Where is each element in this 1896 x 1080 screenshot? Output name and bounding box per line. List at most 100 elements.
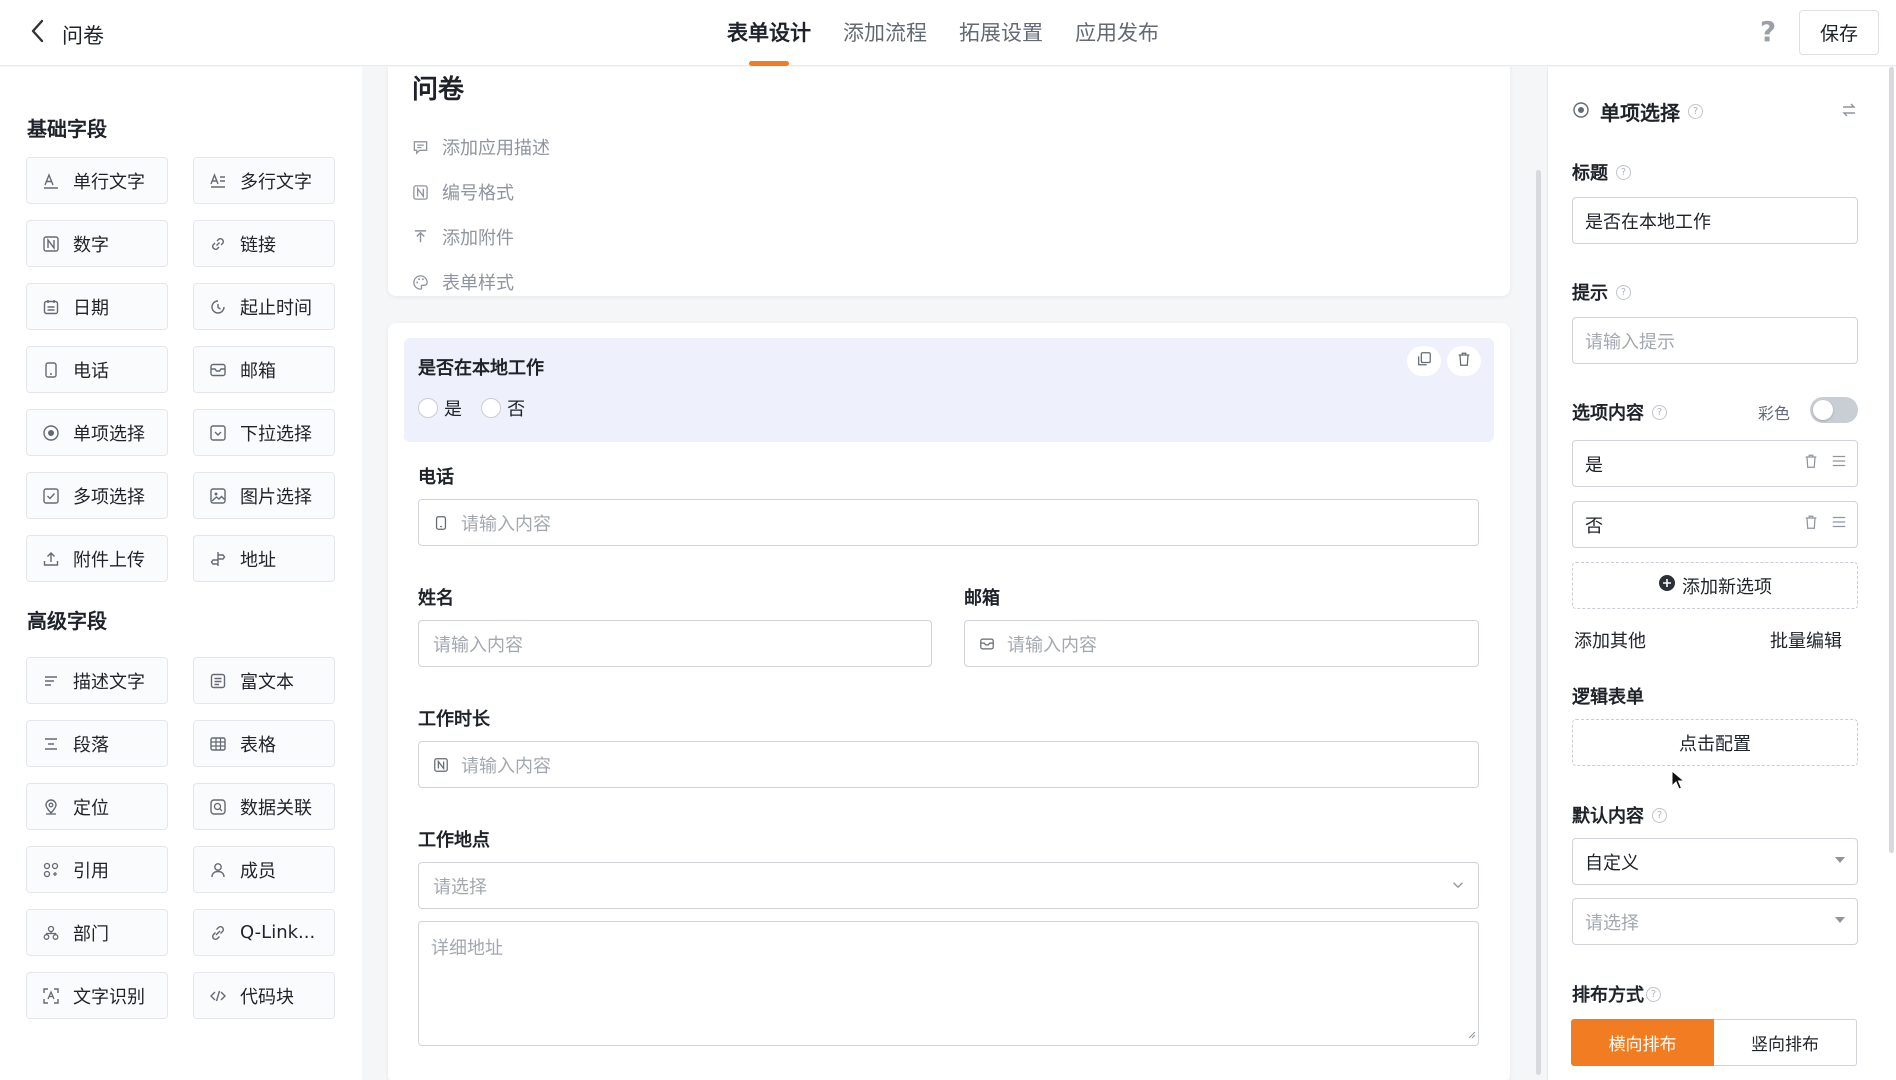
field-location[interactable]: 定位 bbox=[26, 783, 168, 830]
option-row[interactable]: 是 bbox=[1572, 440, 1858, 487]
tab-publish[interactable]: 应用发布 bbox=[1075, 0, 1159, 66]
radio-circle bbox=[481, 398, 502, 418]
data-link-icon bbox=[208, 797, 228, 817]
configure-logic-button[interactable]: 点击配置 bbox=[1572, 719, 1858, 766]
email-input[interactable]: 请输入内容 bbox=[964, 620, 1479, 667]
chevron-down-icon bbox=[1450, 877, 1466, 897]
option-row[interactable]: 否 bbox=[1572, 501, 1858, 548]
trash-icon[interactable] bbox=[1803, 453, 1819, 474]
detail-address-textarea[interactable]: 详细地址 bbox=[418, 921, 1479, 1046]
color-toggle[interactable] bbox=[1810, 397, 1858, 423]
field-description-text[interactable]: 描述文字 bbox=[26, 657, 168, 704]
back-button[interactable] bbox=[22, 18, 52, 48]
properties-scrollbar[interactable] bbox=[1889, 67, 1894, 853]
tab-extend-settings[interactable]: 拓展设置 bbox=[959, 0, 1043, 66]
field-number[interactable]: 数字 bbox=[26, 220, 168, 267]
default-mode-select[interactable]: 自定义 bbox=[1572, 838, 1858, 885]
work-location-select[interactable]: 请选择 bbox=[418, 862, 1479, 909]
help-circle-icon[interactable]: ? bbox=[1646, 986, 1661, 1002]
number-icon bbox=[41, 234, 61, 254]
field-dropdown[interactable]: 下拉选择 bbox=[193, 409, 335, 456]
hint-input[interactable]: 请输入提示 bbox=[1572, 317, 1858, 364]
code-icon bbox=[208, 986, 228, 1006]
field-member[interactable]: 成员 bbox=[193, 846, 335, 893]
properties-panel: 单项选择 ? 标题 ? 是否在本地工作 提示 ? 请输入提示 选项内容 ? 彩色… bbox=[1547, 67, 1896, 1080]
field-phone[interactable]: 电话 bbox=[26, 346, 168, 393]
member-icon bbox=[208, 860, 228, 880]
field-data-link[interactable]: 数据关联 bbox=[193, 783, 335, 830]
radio-circle bbox=[418, 398, 438, 418]
chevron-left-icon bbox=[30, 17, 44, 50]
switch-type-icon[interactable] bbox=[1838, 99, 1860, 121]
field-address[interactable]: 地址 bbox=[193, 535, 335, 582]
field-time-range[interactable]: 起止时间 bbox=[193, 283, 335, 330]
title-prop-label: 标题 ? bbox=[1572, 159, 1631, 185]
field-attachment-upload[interactable]: 附件上传 bbox=[26, 535, 168, 582]
add-other-link[interactable]: 添加其他 bbox=[1574, 627, 1646, 653]
bulk-edit-link[interactable]: 批量编辑 bbox=[1770, 627, 1842, 653]
number-format-icon bbox=[412, 183, 430, 201]
radio-option-yes[interactable]: 是 bbox=[418, 395, 462, 421]
field-date[interactable]: 日期 bbox=[26, 283, 168, 330]
logic-prop-label: 逻辑表单 bbox=[1572, 687, 1644, 708]
phone-input[interactable]: 请输入内容 bbox=[418, 499, 1479, 546]
help-circle-icon[interactable]: ? bbox=[1688, 104, 1703, 119]
add-option-button[interactable]: 添加新选项 bbox=[1572, 562, 1858, 609]
layout-horizontal-button[interactable]: 横向排布 bbox=[1571, 1019, 1714, 1066]
drag-handle-icon[interactable] bbox=[1831, 514, 1847, 535]
work-duration-label: 工作时长 bbox=[418, 709, 490, 730]
form-style-link[interactable]: 表单样式 bbox=[412, 269, 514, 295]
qlink-icon bbox=[208, 923, 228, 943]
reference-icon bbox=[41, 860, 61, 880]
field-email[interactable]: 邮箱 bbox=[193, 346, 335, 393]
work-duration-input[interactable]: 请输入内容 bbox=[418, 741, 1479, 788]
tab-form-design[interactable]: 表单设计 bbox=[727, 0, 811, 66]
mail-icon bbox=[208, 360, 228, 380]
link-icon bbox=[208, 234, 228, 254]
default-prop-label: 默认内容 ? bbox=[1572, 802, 1667, 828]
selected-question-block[interactable]: 是否在本地工作 是 否 bbox=[404, 338, 1494, 442]
title-input[interactable]: 是否在本地工作 bbox=[1572, 197, 1858, 244]
field-reference[interactable]: 引用 bbox=[26, 846, 168, 893]
delete-question-button[interactable] bbox=[1447, 346, 1481, 376]
default-value-select[interactable]: 请选择 bbox=[1572, 898, 1858, 945]
field-table[interactable]: 表格 bbox=[193, 720, 335, 767]
help-circle-icon[interactable]: ? bbox=[1616, 284, 1631, 300]
field-department[interactable]: 部门 bbox=[26, 909, 168, 956]
field-rich-text[interactable]: 富文本 bbox=[193, 657, 335, 704]
number-format-link[interactable]: 编号格式 bbox=[412, 179, 514, 205]
mouse-cursor-icon bbox=[1671, 769, 1686, 790]
help-circle-icon[interactable]: ? bbox=[1652, 404, 1667, 420]
trash-icon[interactable] bbox=[1803, 514, 1819, 535]
help-circle-icon[interactable]: ? bbox=[1652, 807, 1667, 823]
email-field-label: 邮箱 bbox=[964, 588, 1000, 609]
field-ocr[interactable]: 文字识别 bbox=[26, 972, 168, 1019]
add-description-link[interactable]: 添加应用描述 bbox=[412, 134, 550, 160]
copy-question-button[interactable] bbox=[1407, 346, 1441, 376]
field-code-block[interactable]: 代码块 bbox=[193, 972, 335, 1019]
number-icon bbox=[433, 756, 451, 774]
add-attachment-link[interactable]: 添加附件 bbox=[412, 224, 514, 250]
top-bar: 问卷 表单设计 添加流程 拓展设置 应用发布 ? 保存 bbox=[0, 0, 1896, 66]
field-single-line-text[interactable]: 单行文字 bbox=[26, 157, 168, 204]
help-icon[interactable]: ? bbox=[1754, 16, 1782, 48]
resize-handle-icon[interactable] bbox=[1466, 1024, 1476, 1043]
field-single-choice[interactable]: 单项选择 bbox=[26, 409, 168, 456]
form-name[interactable]: 问卷 bbox=[412, 69, 464, 106]
save-button[interactable]: 保存 bbox=[1799, 10, 1879, 55]
tab-add-flow[interactable]: 添加流程 bbox=[843, 0, 927, 66]
field-paragraph[interactable]: 段落 bbox=[26, 720, 168, 767]
name-input[interactable]: 请输入内容 bbox=[418, 620, 932, 667]
field-multi-choice[interactable]: 多项选择 bbox=[26, 472, 168, 519]
radio-option-no[interactable]: 否 bbox=[481, 395, 525, 421]
field-multi-line-text[interactable]: 多行文字 bbox=[193, 157, 335, 204]
field-image-choice[interactable]: 图片选择 bbox=[193, 472, 335, 519]
canvas-scrollbar[interactable] bbox=[1536, 170, 1541, 1075]
field-qlink[interactable]: Q-Link... bbox=[193, 909, 335, 956]
layout-vertical-button[interactable]: 竖向排布 bbox=[1714, 1019, 1857, 1066]
attach-icon bbox=[412, 228, 430, 246]
field-link[interactable]: 链接 bbox=[193, 220, 335, 267]
drag-handle-icon[interactable] bbox=[1831, 453, 1847, 474]
help-circle-icon[interactable]: ? bbox=[1616, 164, 1631, 180]
form-header-card: 问卷 添加应用描述 编号格式 添加附件 表单样式 bbox=[388, 67, 1510, 296]
